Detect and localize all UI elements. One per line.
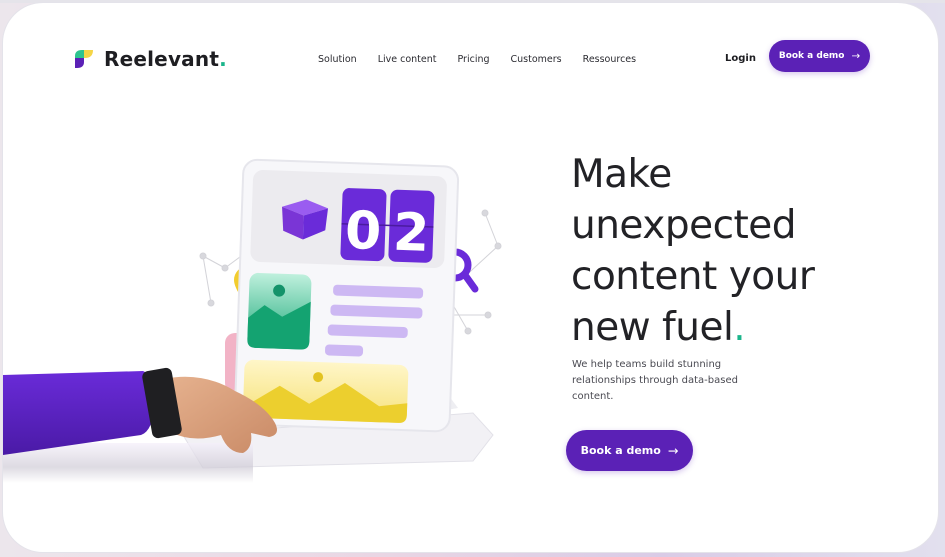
brand-name-text: Reelevant: [104, 47, 220, 71]
nav-item-ressources[interactable]: Ressources: [583, 54, 636, 65]
headline-line-text: new fuel: [571, 305, 734, 350]
brand-name: Reelevant.: [104, 47, 227, 71]
page-frame: Reelevant. Solution Live content Pricing…: [3, 3, 938, 552]
headline-line: unexpected: [571, 203, 797, 248]
headline-line: Make: [571, 152, 672, 197]
login-link[interactable]: Login: [725, 53, 756, 64]
hero-illustration: 0 2: [3, 158, 502, 483]
counter-digit: 0: [344, 201, 382, 262]
brand-logo[interactable]: Reelevant.: [73, 47, 227, 71]
book-demo-button-hero[interactable]: Book a demo →: [566, 430, 693, 471]
brand-dot: .: [219, 47, 227, 71]
headline-line: new fuel.: [571, 302, 901, 353]
hero-headline: Make unexpected content your new fuel.: [571, 149, 901, 353]
arrow-right-icon: →: [851, 50, 861, 62]
hero-subtext: We help teams build stunning relationshi…: [572, 359, 738, 402]
logo-mark-icon: [75, 50, 93, 68]
nav-item-pricing[interactable]: Pricing: [458, 54, 490, 65]
book-demo-label: Book a demo: [778, 51, 845, 61]
book-demo-button-header[interactable]: Book a demo →: [769, 40, 870, 72]
arrow-right-icon: →: [667, 443, 679, 458]
nav-item-solution[interactable]: Solution: [318, 54, 357, 65]
nav-item-live-content[interactable]: Live content: [378, 54, 437, 65]
headline-dot: .: [733, 305, 746, 350]
arm-sleeve: [3, 371, 155, 455]
headline-line: content your: [571, 254, 815, 299]
text-line-placeholder: [325, 344, 364, 357]
main-nav: Solution Live content Pricing Customers …: [318, 54, 657, 65]
counter-digit: 2: [392, 203, 430, 264]
nav-item-customers[interactable]: Customers: [511, 54, 562, 65]
book-demo-label: Book a demo: [580, 444, 661, 457]
